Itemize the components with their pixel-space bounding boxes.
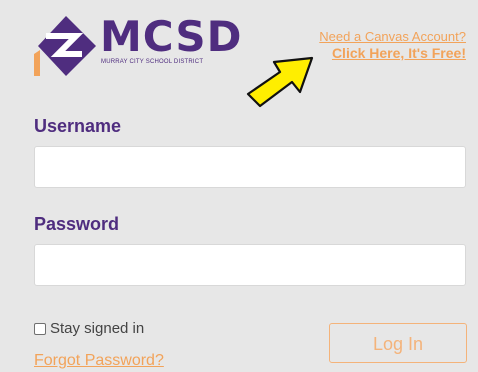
login-button[interactable]: Log In [329,323,467,363]
username-label: Username [34,116,122,136]
password-input[interactable] [34,244,466,286]
stay-signed-in-checkbox[interactable] [34,322,46,335]
need-canvas-account-link[interactable]: Need a Canvas Account? [319,28,466,45]
arrow-pointer-icon [246,56,314,108]
logo-title: MCSD [100,12,243,61]
click-here-free-link[interactable]: Click Here, It's Free! [319,45,466,62]
username-input[interactable] [34,146,466,188]
mcsd-logo-icon [34,16,96,76]
logo-subtitle: MURRAY CITY SCHOOL DISTRICT [101,59,204,65]
forgot-password-link[interactable]: Forgot Password? [34,352,164,370]
password-label: Password [34,214,120,234]
mcsd-logo: MCSD MURRAY CITY SCHOOL DISTRICT [32,14,242,78]
stay-signed-in[interactable]: Stay signed in [34,320,144,337]
stay-signed-in-label: Stay signed in [50,320,145,337]
signup-links: Need a Canvas Account? Click Here, It's … [319,28,466,62]
